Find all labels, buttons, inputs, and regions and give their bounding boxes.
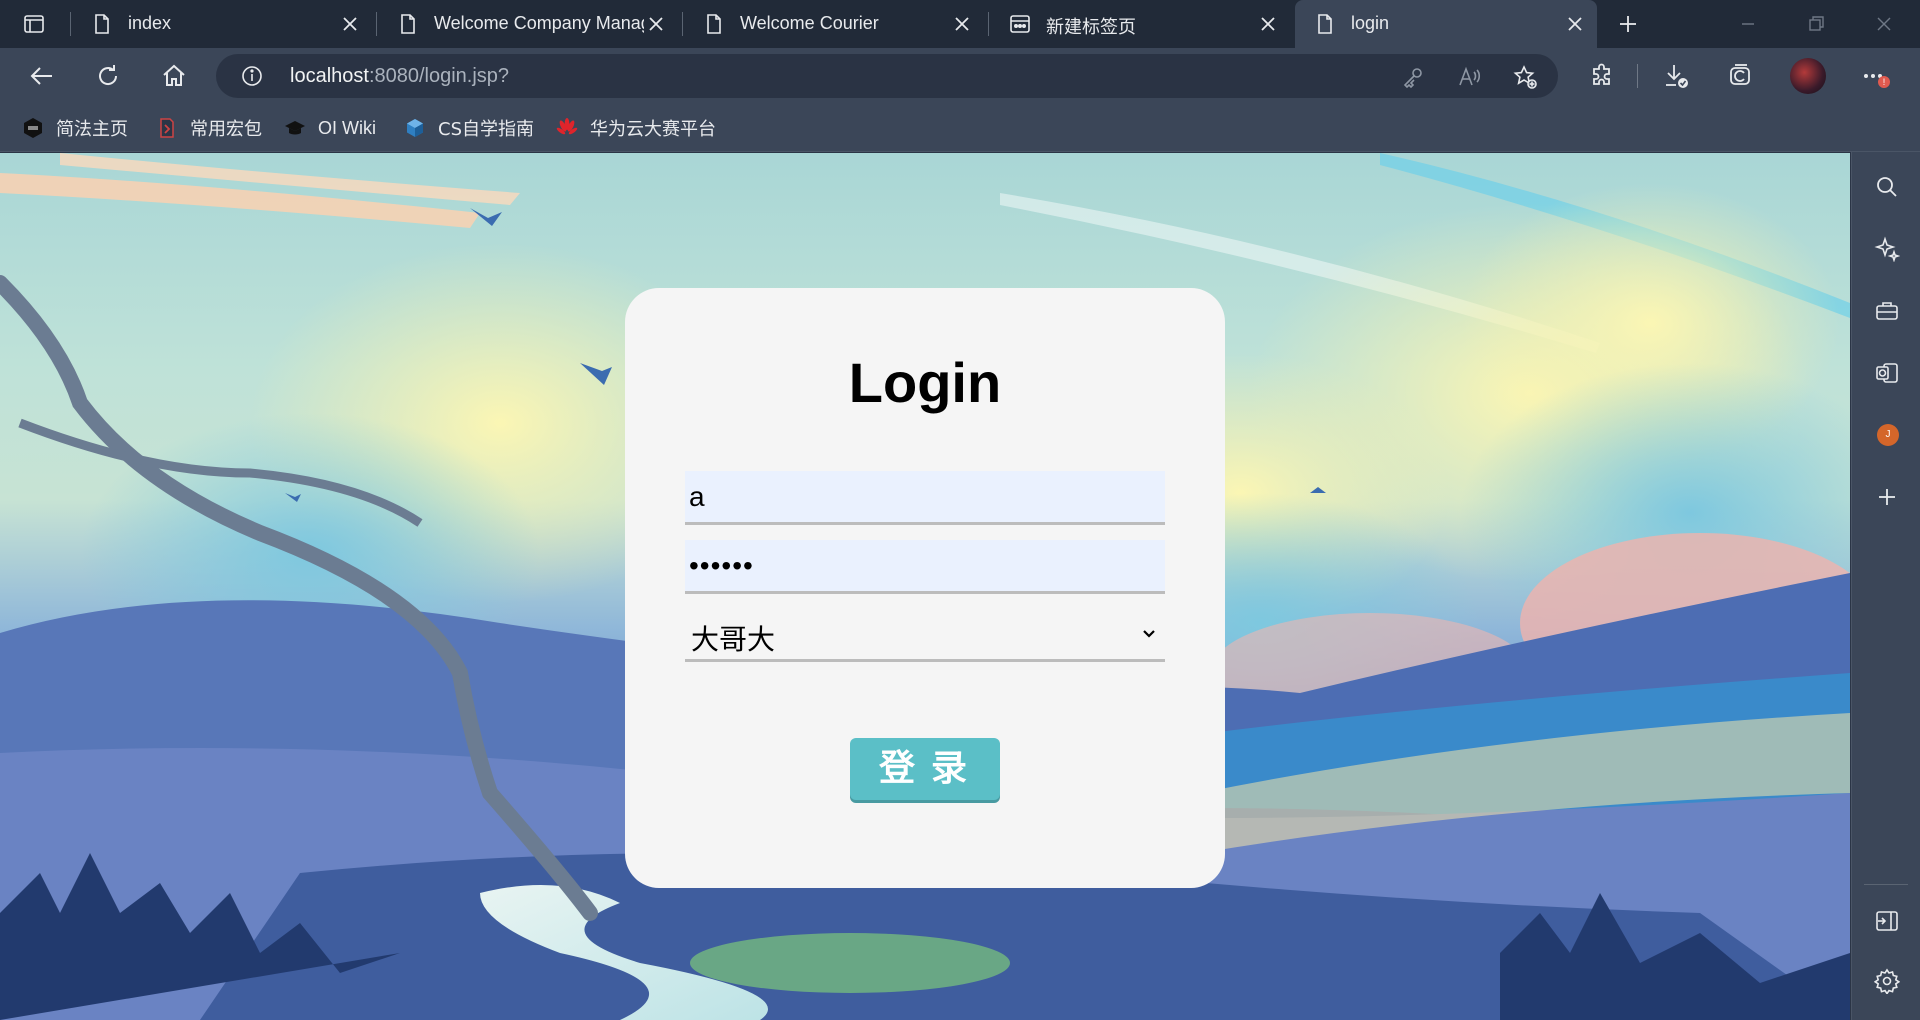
close-icon[interactable] (1563, 12, 1587, 36)
tab-title: Welcome Company Manag (434, 13, 644, 33)
profile-avatar[interactable] (1790, 58, 1826, 94)
edge-sidebar: J (1851, 152, 1920, 1020)
refresh-icon[interactable] (94, 62, 122, 90)
tab-welcome-company[interactable]: Welcome Company Manag (378, 0, 678, 48)
outlook-icon[interactable] (1874, 360, 1900, 386)
tab-title: login (1351, 13, 1390, 33)
password-input[interactable] (685, 540, 1165, 594)
login-button[interactable]: 登录 (850, 738, 1000, 800)
home-icon[interactable] (160, 62, 188, 90)
tab-title: index (128, 13, 172, 33)
bookmark-oiwiki[interactable]: OI Wiki (284, 114, 376, 142)
tab-strip: index Welcome Company Manag Welcome Cour… (0, 0, 1920, 48)
settings-gear-icon[interactable] (1874, 968, 1900, 994)
new-tab-plus-icon[interactable] (1616, 12, 1640, 36)
minimize-icon[interactable] (1736, 12, 1760, 36)
bookmark-label: 简法主页 (56, 119, 128, 140)
page-icon (707, 14, 721, 34)
role-selected-value: 大哥大 (691, 623, 776, 656)
collections-icon[interactable] (1726, 62, 1754, 90)
tab-title: 新建标签页 (1046, 17, 1136, 38)
profile-badge-icon[interactable]: J (1877, 424, 1899, 446)
bookmark-macros[interactable]: 常用宏包 (156, 114, 262, 142)
key-icon[interactable] (1400, 64, 1426, 90)
toolbox-icon[interactable] (1874, 298, 1900, 324)
url-host: localhost (290, 65, 369, 87)
role-select[interactable]: 大哥大 (685, 608, 1165, 662)
tab-title: Welcome Courier (740, 13, 879, 33)
page-icon (1318, 14, 1332, 34)
restore-icon[interactable] (1804, 12, 1828, 36)
bookmark-label: CS自学指南 (438, 119, 534, 140)
graduation-cap-icon (285, 121, 305, 135)
url-path: :8080/login.jsp? (368, 65, 510, 87)
login-title: Login (848, 351, 1002, 414)
huawei-icon (556, 118, 578, 135)
tab-index[interactable]: index (72, 0, 372, 48)
page-viewport: Login 大哥大 登录 (0, 153, 1850, 1020)
downloads-icon[interactable] (1662, 62, 1690, 90)
bookmark-label: 华为云大赛平台 (590, 119, 716, 140)
url-text[interactable]: localhost:8080/login.jsp? (290, 65, 509, 88)
bookmark-icon (160, 118, 174, 138)
extensions-icon[interactable] (1588, 62, 1616, 90)
read-aloud-icon[interactable] (1456, 64, 1482, 90)
close-icon[interactable] (644, 12, 668, 36)
tab-login[interactable]: login (1295, 0, 1597, 48)
navigation-toolbar: localhost:8080/login.jsp? ! (0, 48, 1920, 104)
new-tab-page-icon (1010, 15, 1030, 33)
tab-new-tab[interactable]: 新建标签页 (990, 0, 1290, 48)
cube-icon (407, 119, 423, 137)
tab-actions-icon[interactable] (22, 12, 46, 36)
close-icon[interactable] (950, 12, 974, 36)
add-icon[interactable] (1874, 484, 1900, 510)
svg-text:!: ! (1883, 77, 1886, 87)
jianfa-icon (24, 118, 42, 138)
bookmark-cs-guide[interactable]: CS自学指南 (404, 114, 534, 142)
search-icon[interactable] (1874, 174, 1900, 200)
bookmark-huawei[interactable]: 华为云大赛平台 (556, 114, 716, 142)
login-card: Login 大哥大 登录 (625, 288, 1225, 888)
bookmarks-bar: 简法主页 常用宏包 OI Wiki CS自学指南 华为云大赛平台 (0, 104, 1920, 152)
close-icon[interactable] (1256, 12, 1280, 36)
bookmark-label: 常用宏包 (190, 119, 262, 140)
tab-welcome-courier[interactable]: Welcome Courier (684, 0, 984, 48)
back-arrow-icon[interactable] (28, 62, 56, 90)
username-input[interactable] (685, 471, 1165, 525)
chevron-down-icon (1143, 630, 1155, 638)
bookmark-label: OI Wiki (318, 117, 376, 138)
sidebar-collapse-icon[interactable] (1874, 908, 1900, 934)
close-icon[interactable] (338, 12, 362, 36)
info-icon[interactable] (240, 64, 264, 88)
more-menu-icon[interactable]: ! (1862, 62, 1890, 90)
add-favorite-icon[interactable] (1512, 64, 1538, 90)
bookmark-jianfa[interactable]: 简法主页 (22, 114, 128, 142)
address-bar[interactable]: localhost:8080/login.jsp? (216, 54, 1558, 98)
page-icon (401, 14, 415, 34)
window-close-icon[interactable] (1872, 12, 1896, 36)
page-icon (95, 14, 109, 34)
sparkle-icon[interactable] (1874, 236, 1900, 262)
